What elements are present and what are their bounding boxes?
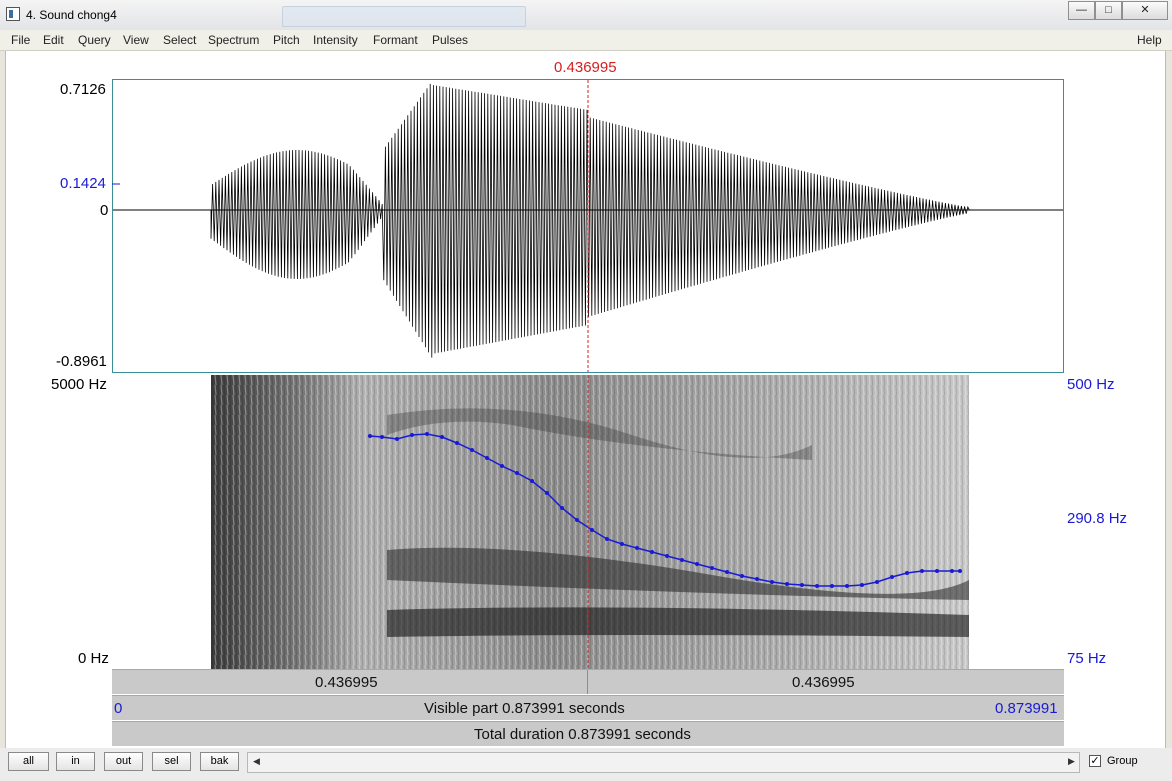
pitch-point <box>800 583 804 587</box>
menu-help[interactable]: Help <box>1137 33 1162 47</box>
pitch-point <box>740 574 744 578</box>
pitch-point <box>935 569 939 573</box>
zoom-out-button[interactable]: out <box>104 752 143 771</box>
pitch-point <box>958 569 962 573</box>
pitch-point <box>515 471 519 475</box>
pitch-point <box>650 550 654 554</box>
segment-divider <box>587 670 588 694</box>
pitch-point <box>830 584 834 588</box>
waveform-zero-label: 0 <box>100 202 109 219</box>
scroll-left-icon[interactable]: ◀ <box>253 756 260 767</box>
pitch-bottom-label: 75 Hz <box>1067 650 1107 667</box>
pitch-point <box>920 569 924 573</box>
pitch-point <box>635 546 639 550</box>
zoom-in-button[interactable]: in <box>56 752 95 771</box>
close-button[interactable]: ✕ <box>1122 1 1168 20</box>
zoom-back-button[interactable]: bak <box>200 752 239 771</box>
menu-formant[interactable]: Formant <box>373 33 418 47</box>
total-duration-bar[interactable]: Total duration 0.873991 seconds <box>112 721 1064 746</box>
pitch-point <box>860 583 864 587</box>
group-checkbox[interactable]: ✓ <box>1089 755 1101 767</box>
pitch-top-label: 500 Hz <box>1067 376 1115 393</box>
waveform-max-label: 0.7126 <box>60 81 106 98</box>
pitch-point <box>725 570 729 574</box>
scroll-right-icon[interactable]: ▶ <box>1068 756 1075 767</box>
pitch-point <box>710 566 714 570</box>
background-window-tab <box>282 6 526 27</box>
pitch-point <box>380 435 384 439</box>
menu-bar: File Edit Query View Select Spectrum Pit… <box>0 30 1172 51</box>
time-scrollbar[interactable]: ◀ ▶ <box>247 752 1080 773</box>
visible-end-time: 0.873991 <box>995 700 1058 717</box>
menu-query[interactable]: Query <box>78 33 111 47</box>
waveform-plot <box>113 80 1063 372</box>
pitch-point <box>680 558 684 562</box>
pitch-point <box>950 569 954 573</box>
pitch-point <box>665 554 669 558</box>
menu-select[interactable]: Select <box>163 33 196 47</box>
pitch-point <box>368 434 372 438</box>
visible-part-bar[interactable]: Visible part 0.873991 seconds <box>112 695 1064 720</box>
menu-edit[interactable]: Edit <box>43 33 64 47</box>
pitch-point <box>755 577 759 581</box>
pitch-point <box>575 518 579 522</box>
spectrogram-bottom-frequency-label: 0 Hz <box>78 650 109 667</box>
menu-view[interactable]: View <box>123 33 149 47</box>
group-label: Group <box>1107 755 1138 767</box>
pitch-point <box>875 580 879 584</box>
visible-start-time: 0 <box>114 700 123 717</box>
pitch-mid-label: 290.8 Hz <box>1067 510 1128 527</box>
pitch-point <box>890 575 894 579</box>
waveform-min-label: -0.8961 <box>56 353 107 370</box>
waveform-panel[interactable] <box>112 79 1064 373</box>
pitch-point <box>620 542 624 546</box>
waveform-tick-mark <box>112 183 120 185</box>
pitch-point <box>530 479 534 483</box>
left-segment-duration: 0.436995 <box>315 674 378 691</box>
spectrogram-panel[interactable] <box>112 375 1064 669</box>
pitch-point <box>455 441 459 445</box>
pitch-point <box>545 491 549 495</box>
spectrogram-plot <box>211 375 969 669</box>
menu-file[interactable]: File <box>11 33 30 47</box>
bottom-toolbar: all in out sel bak ◀ ▶ ✓ Group <box>0 748 1172 781</box>
pitch-point <box>470 448 474 452</box>
pitch-point <box>395 437 399 441</box>
pitch-point <box>425 432 429 436</box>
pitch-point <box>410 433 414 437</box>
maximize-button[interactable]: □ <box>1095 1 1122 20</box>
pitch-point <box>485 456 489 460</box>
minimize-button[interactable]: — <box>1068 1 1095 20</box>
pitch-point <box>785 582 789 586</box>
pitch-point <box>440 435 444 439</box>
zoom-selection-button[interactable]: sel <box>152 752 191 771</box>
right-segment-duration: 0.436995 <box>792 674 855 691</box>
cursor-time-label: 0.436995 <box>554 59 617 76</box>
zoom-all-button[interactable]: all <box>8 752 49 771</box>
visible-part-label: Visible part 0.873991 seconds <box>424 700 625 717</box>
pitch-point <box>500 464 504 468</box>
title-bar: 4. Sound chong4 — □ ✕ <box>0 0 1172 31</box>
menu-pulses[interactable]: Pulses <box>432 33 468 47</box>
pitch-point <box>905 571 909 575</box>
pitch-point <box>560 506 564 510</box>
pitch-point <box>695 562 699 566</box>
spectrogram-top-frequency-label: 5000 Hz <box>51 376 107 393</box>
app-icon <box>6 7 20 21</box>
pitch-point <box>605 537 609 541</box>
pitch-point <box>815 584 819 588</box>
menu-intensity[interactable]: Intensity <box>313 33 358 47</box>
waveform-cursor-amplitude-label: 0.1424 <box>60 175 106 192</box>
menu-pitch[interactable]: Pitch <box>273 33 300 47</box>
window-title: 4. Sound chong4 <box>26 8 117 22</box>
pitch-point <box>770 580 774 584</box>
pitch-point <box>590 528 594 532</box>
total-duration-label: Total duration 0.873991 seconds <box>474 726 691 743</box>
segment-bar[interactable]: 0.436995 0.436995 <box>112 669 1064 694</box>
pitch-point <box>845 584 849 588</box>
menu-spectrum[interactable]: Spectrum <box>208 33 259 47</box>
